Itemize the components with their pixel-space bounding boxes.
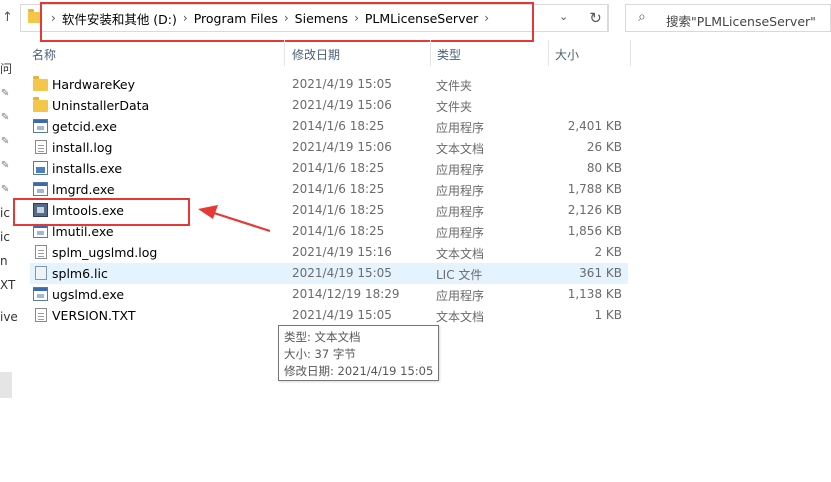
annotation-arrow-icon [198,205,271,233]
tooltip-type: 类型: 文本文档 [284,330,361,344]
tooltip-size: 大小: 37 字节 [284,347,356,361]
file-tooltip: 类型: 文本文档 大小: 37 字节 修改日期: 2021/4/19 15:05 [278,325,439,381]
tooltip-date: 修改日期: 2021/4/19 15:05 [284,364,434,378]
